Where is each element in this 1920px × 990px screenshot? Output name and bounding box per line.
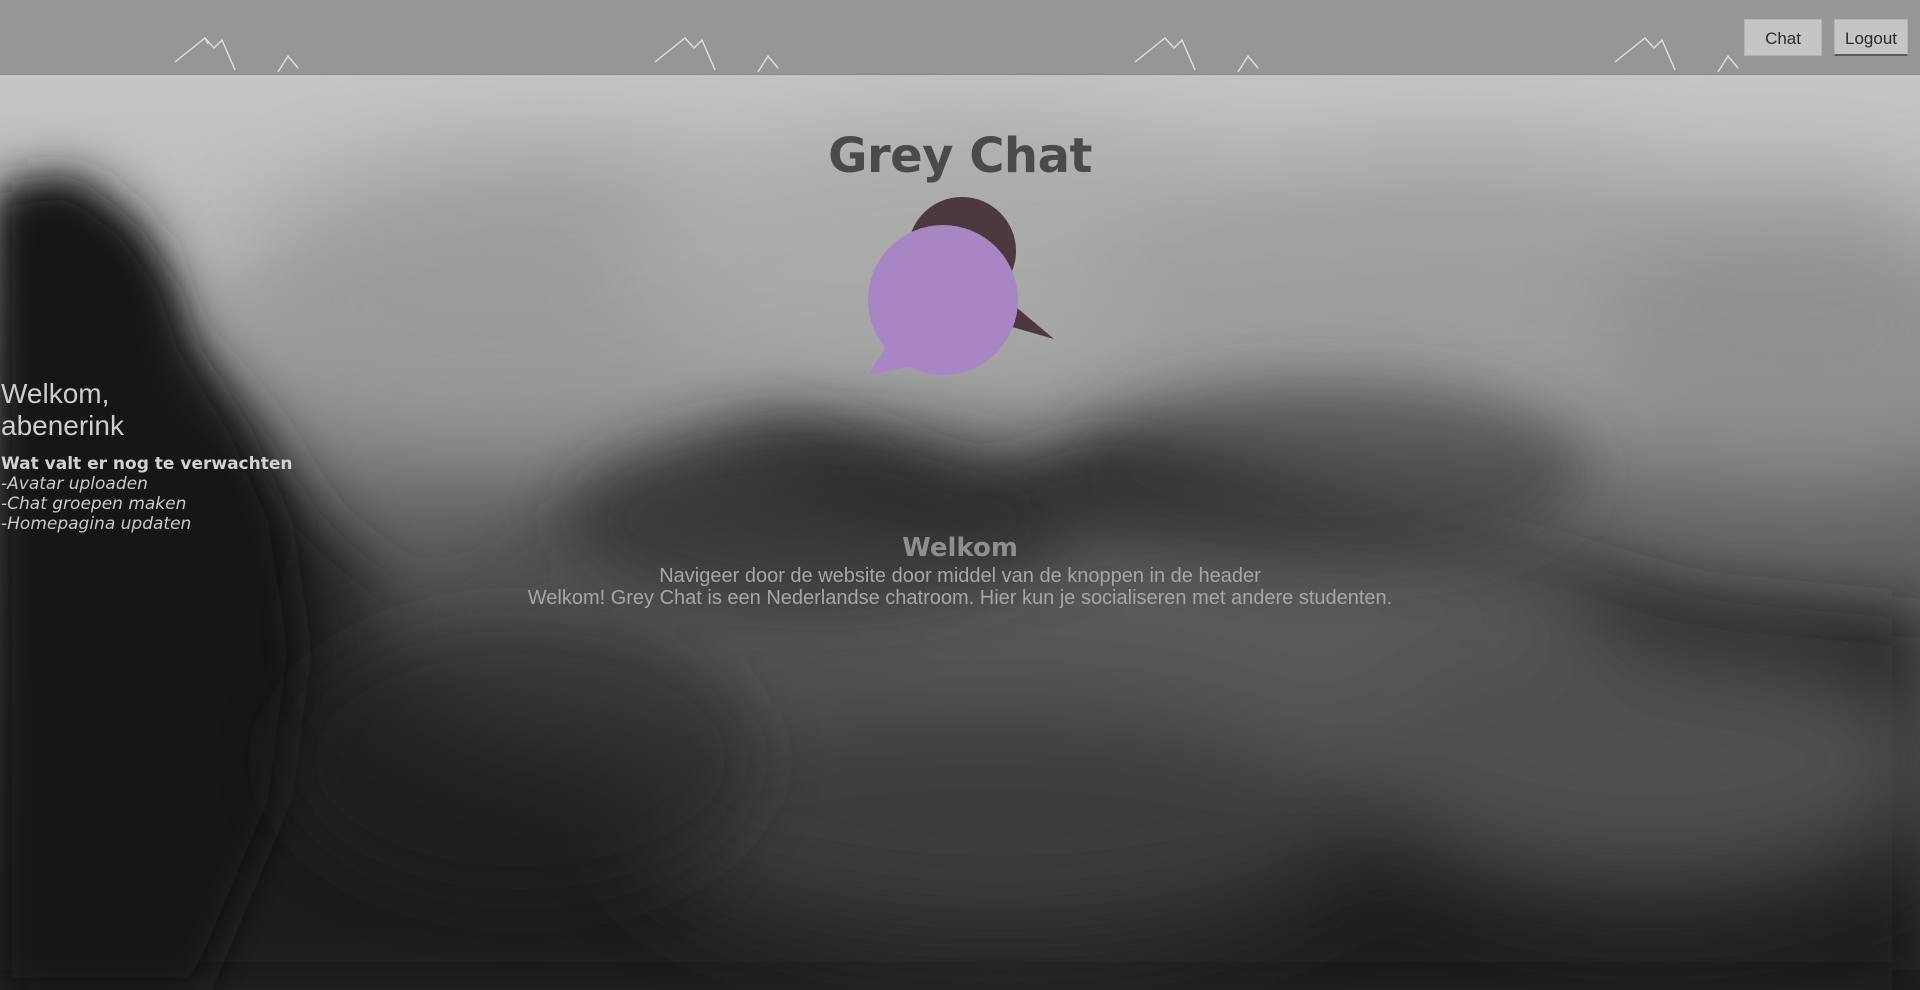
site-title: Grey Chat	[828, 128, 1092, 184]
username: abenerink	[1, 410, 124, 441]
speech-bubbles-icon	[868, 197, 1054, 375]
logout-button[interactable]: Logout	[1834, 19, 1908, 56]
list-item: -Avatar uploaden	[1, 474, 148, 494]
upcoming-heading: Wat valt er nog te verwachten	[1, 454, 293, 474]
welcome-section: Welkom Navigeer door de website door mid…	[360, 531, 1560, 609]
site-header: Chat Logout	[0, 0, 1920, 75]
list-item: -Chat groepen maken	[1, 494, 187, 514]
intro-text: Welkom! Grey Chat is een Nederlandse cha…	[527, 587, 1393, 609]
welcome-sidebar: Welkom, abenerink Wat valt er nog te ver…	[1, 378, 321, 534]
welcome-title: Welkom	[902, 533, 1018, 563]
greeting-line: Welkom,	[1, 378, 110, 409]
upcoming-list: -Avatar uploaden -Chat groepen maken -Ho…	[1, 474, 321, 534]
list-item: -Homepagina updaten	[1, 514, 192, 534]
navigation-hint: Navigeer door de website door middel van…	[659, 565, 1261, 587]
chat-button[interactable]: Chat	[1744, 19, 1822, 56]
header-mountain-pattern	[174, 37, 1739, 73]
header-nav: Chat Logout	[1744, 19, 1908, 56]
brand: Grey Chat	[760, 128, 1160, 184]
